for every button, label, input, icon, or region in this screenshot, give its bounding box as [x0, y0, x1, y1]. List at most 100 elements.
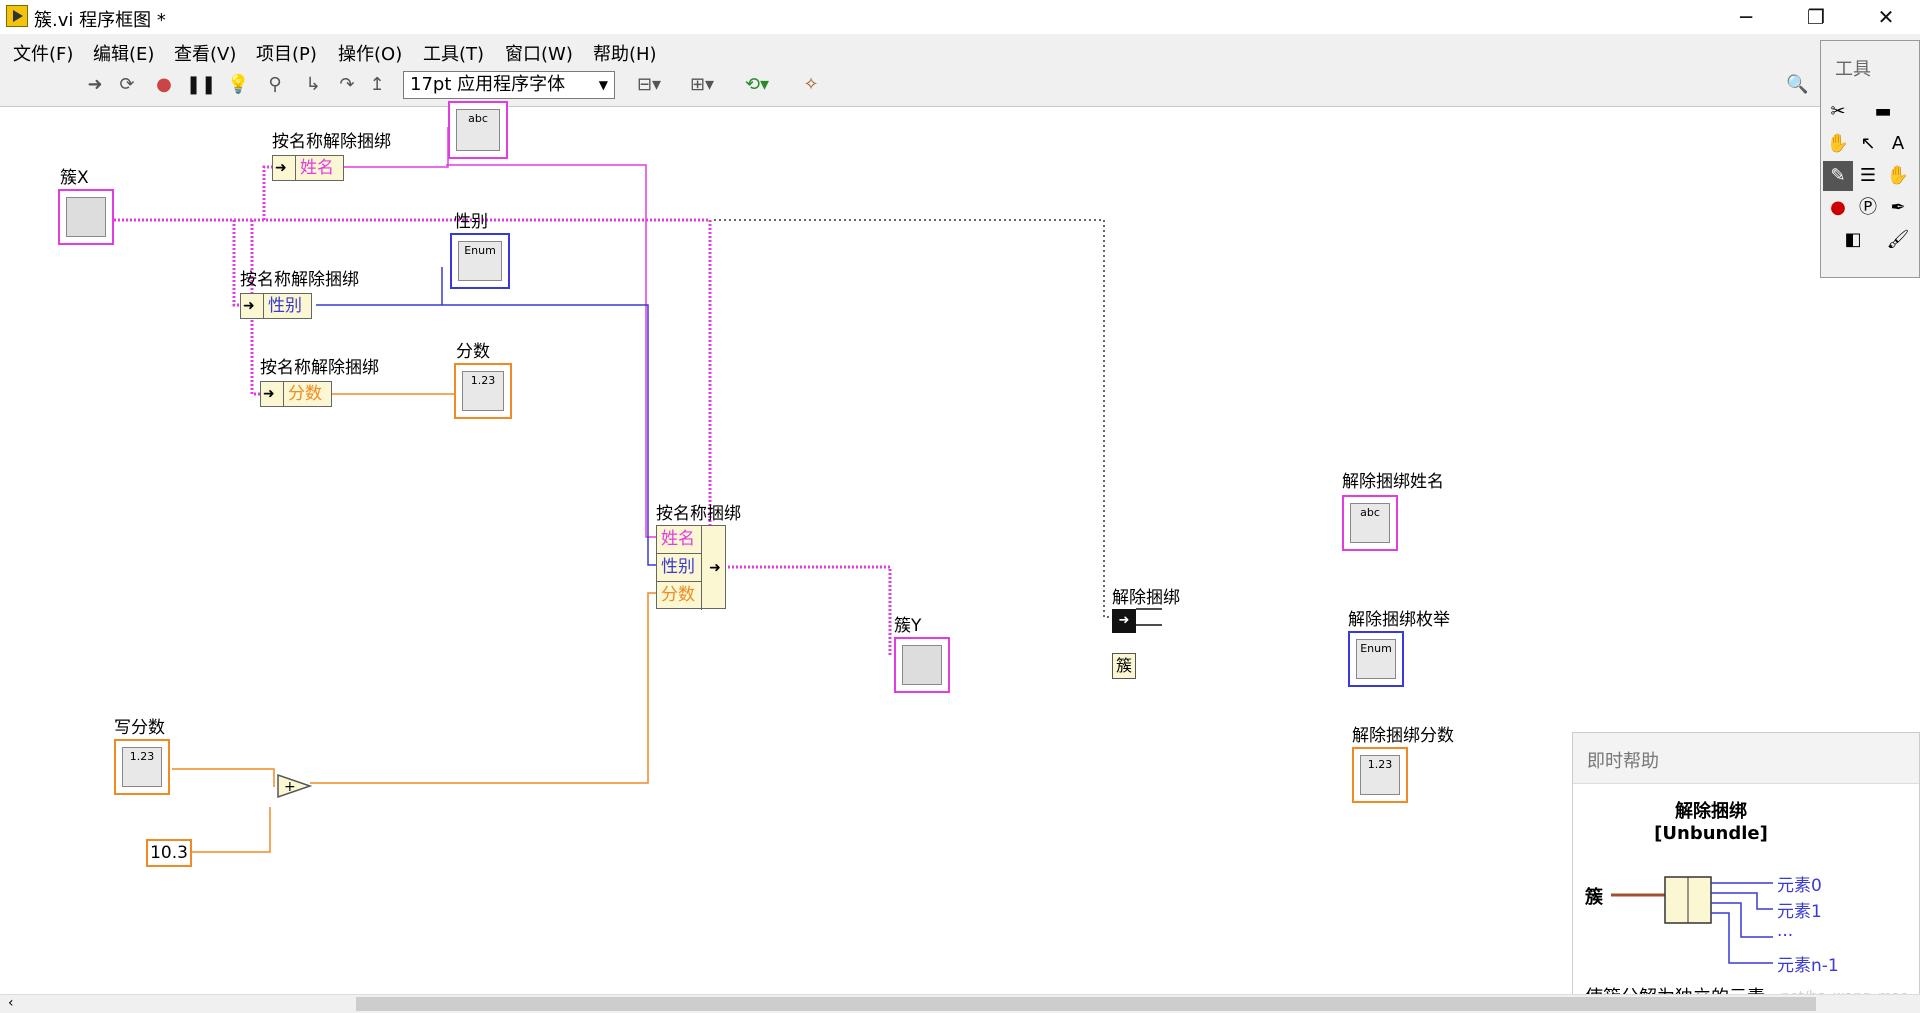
bundle-by-name-node[interactable]: 姓名 性别 分数 ➜ — [656, 525, 728, 610]
shortcut-menu-tool-icon[interactable]: ☰ — [1853, 161, 1883, 191]
run-continuously-icon[interactable]: ⟳ — [116, 74, 138, 96]
restore-button[interactable]: ❐ — [1786, 2, 1846, 32]
unbundle-enum-indicator[interactable]: Enum — [1348, 631, 1404, 687]
reorder-icon[interactable]: ⟲▾ — [740, 74, 774, 96]
chevron-down-icon: ▼ — [598, 78, 608, 92]
unbundle-node[interactable]: ➜ — [1112, 609, 1136, 633]
title-bar: 簇.vi 程序框图 * ─ ❐ ✕ — [0, 0, 1920, 34]
enum-icon: Enum — [458, 241, 502, 281]
color-swatch-icon[interactable]: ◧ — [1823, 225, 1883, 255]
tools-palette: 工具 ✂ ▬ ✋ ↖ A ✎ ☰ ✋ ● Ⓟ ✒ ◧ 🖌 — [1820, 40, 1920, 278]
set-color-tool-icon[interactable]: 🖌 — [1883, 225, 1913, 255]
position-tool-icon[interactable]: ↖ — [1853, 129, 1883, 159]
bundle-output-arrow-icon: ➜ — [701, 526, 728, 610]
pause-icon[interactable]: ❚❚ — [186, 74, 216, 96]
context-help-title: 即时帮助 — [1587, 751, 1659, 772]
step-out-icon[interactable]: ↥ — [366, 74, 388, 96]
probe-tool-icon[interactable]: Ⓟ — [1853, 193, 1883, 223]
menu-tools[interactable]: 工具(T) — [423, 40, 484, 66]
run-arrow-icon[interactable]: ➜ — [84, 74, 106, 96]
scroll-tool-icon[interactable]: ✋ — [1883, 161, 1913, 191]
text-tool-icon[interactable]: A — [1883, 129, 1913, 159]
name-indicator[interactable]: abc — [448, 101, 508, 159]
cluster-y-indicator[interactable] — [894, 637, 950, 693]
cluster-icon — [66, 197, 106, 237]
bundle-by-name-label: 按名称捆绑 — [656, 504, 741, 524]
auto-select-toggle-icon[interactable]: ▬ — [1853, 97, 1913, 127]
context-help-header: 即时帮助 — [1573, 733, 1919, 784]
distribute-icon[interactable]: ⊞▾ — [685, 74, 719, 96]
help-output-0: 元素0 — [1777, 876, 1822, 896]
field-score: 分数 — [283, 382, 326, 406]
numeric-constant[interactable]: 10.3 — [146, 839, 192, 867]
retain-wire-values-icon[interactable]: ⚲ — [264, 74, 286, 96]
tools-palette-title: 工具 — [1835, 59, 1871, 80]
unbundle-by-name-node-3[interactable]: ➜ 分数 — [260, 381, 332, 407]
cluster-x-label: 簇X — [60, 168, 89, 188]
align-icon[interactable]: ⊟▾ — [632, 74, 666, 96]
dbl-numeric-icon: 1.23 — [1360, 755, 1400, 795]
menu-window[interactable]: 窗口(W) — [505, 40, 573, 66]
automatic-tool-icon[interactable]: ✂ — [1823, 97, 1853, 127]
abort-icon[interactable]: ● — [153, 74, 175, 96]
cluster-x-control[interactable] — [58, 189, 114, 245]
svg-text:+: + — [284, 779, 296, 795]
menu-project[interactable]: 项目(P) — [256, 40, 317, 66]
window-title: 簇.vi 程序框图 * — [34, 10, 166, 31]
unbundle-name-indicator[interactable]: abc — [1342, 495, 1398, 551]
unbundle-by-name-label-2: 按名称解除捆绑 — [240, 270, 359, 290]
scrollbar-thumb[interactable] — [356, 997, 1816, 1011]
search-icon[interactable]: 🔍 — [1786, 74, 1808, 96]
step-into-icon[interactable]: ↳ — [302, 74, 324, 96]
write-score-control[interactable]: 1.23 — [114, 739, 170, 795]
help-input-label: 簇 — [1585, 887, 1603, 908]
step-over-icon[interactable]: ↷ — [336, 74, 358, 96]
wiring-tool-icon[interactable]: ✎ — [1823, 161, 1853, 191]
cluster-constant[interactable]: 簇 — [1112, 653, 1136, 679]
abc-string-icon: abc — [456, 109, 500, 151]
unbundle-name-indicator-label: 解除捆绑姓名 — [1342, 472, 1444, 492]
unbundle-by-name-label-1: 按名称解除捆绑 — [272, 132, 391, 152]
unbundle-label: 解除捆绑 — [1112, 588, 1180, 608]
menu-file[interactable]: 文件(F) — [13, 40, 73, 66]
tools-grid: ✂ ▬ ✋ ↖ A ✎ ☰ ✋ ● Ⓟ ✒ ◧ 🖌 — [1823, 96, 1919, 256]
unbundle-score-indicator[interactable]: 1.23 — [1352, 747, 1408, 803]
font-select[interactable]: 17pt 应用程序字体 ▼ — [403, 71, 615, 99]
enum-icon: Enum — [1356, 639, 1396, 679]
unbundle-by-name-node-1[interactable]: ➜ 姓名 — [272, 155, 344, 181]
get-color-tool-icon[interactable]: ✒ — [1883, 193, 1913, 223]
arrow-right-icon: ➜ — [275, 160, 287, 176]
unbundle-score-indicator-label: 解除捆绑分数 — [1352, 726, 1454, 746]
cleanup-icon[interactable]: ✧ — [796, 74, 826, 96]
menu-view[interactable]: 查看(V) — [174, 40, 236, 66]
horizontal-scrollbar[interactable]: ‹ — [0, 994, 1920, 1013]
toolbar: ➜ ⟳ ● ❚❚ 💡 ⚲ ↳ ↷ ↥ 17pt 应用程序字体 ▼ ⊟▾ ⊞▾ ⟲… — [0, 66, 1920, 107]
breakpoint-tool-icon[interactable]: ● — [1823, 193, 1853, 223]
help-output-n: 元素n-1 — [1777, 956, 1839, 976]
menu-operate[interactable]: 操作(O) — [338, 40, 402, 66]
scroll-left-icon[interactable]: ‹ — [8, 995, 14, 1011]
minimize-button[interactable]: ─ — [1716, 2, 1776, 32]
help-output-ellipsis: ... — [1777, 921, 1794, 941]
gender-indicator[interactable]: Enum — [450, 233, 510, 289]
dbl-numeric-icon: 1.23 — [122, 747, 162, 787]
field-gender: 性别 — [263, 294, 306, 318]
bundle-field-gender: 性别 — [657, 554, 701, 582]
highlight-execution-icon[interactable]: 💡 — [227, 74, 249, 96]
dbl-numeric-icon: 1.23 — [462, 371, 504, 411]
operate-tool-icon[interactable]: ✋ — [1823, 129, 1853, 159]
abc-string-icon: abc — [1350, 503, 1390, 543]
close-button[interactable]: ✕ — [1856, 2, 1916, 32]
context-help-window: 即时帮助 解除捆绑 [Unbundle] 簇 元素0 元素1 ... 元素n-1… — [1572, 732, 1920, 1013]
help-function-name-en: [Unbundle] — [1654, 823, 1768, 844]
menu-help[interactable]: 帮助(H) — [593, 40, 657, 66]
score-indicator-label: 分数 — [456, 342, 490, 362]
unbundle-by-name-label-3: 按名称解除捆绑 — [260, 358, 379, 378]
gender-indicator-label: 性别 — [454, 212, 488, 232]
menu-edit[interactable]: 编辑(E) — [93, 40, 154, 66]
score-indicator[interactable]: 1.23 — [454, 363, 512, 419]
unbundle-enum-indicator-label: 解除捆绑枚举 — [1348, 610, 1450, 630]
menu-bar: 文件(F) 编辑(E) 查看(V) 项目(P) 操作(O) 工具(T) 窗口(W… — [0, 34, 1920, 66]
bundle-field-name: 姓名 — [657, 526, 701, 554]
unbundle-by-name-node-2[interactable]: ➜ 性别 — [240, 293, 312, 319]
